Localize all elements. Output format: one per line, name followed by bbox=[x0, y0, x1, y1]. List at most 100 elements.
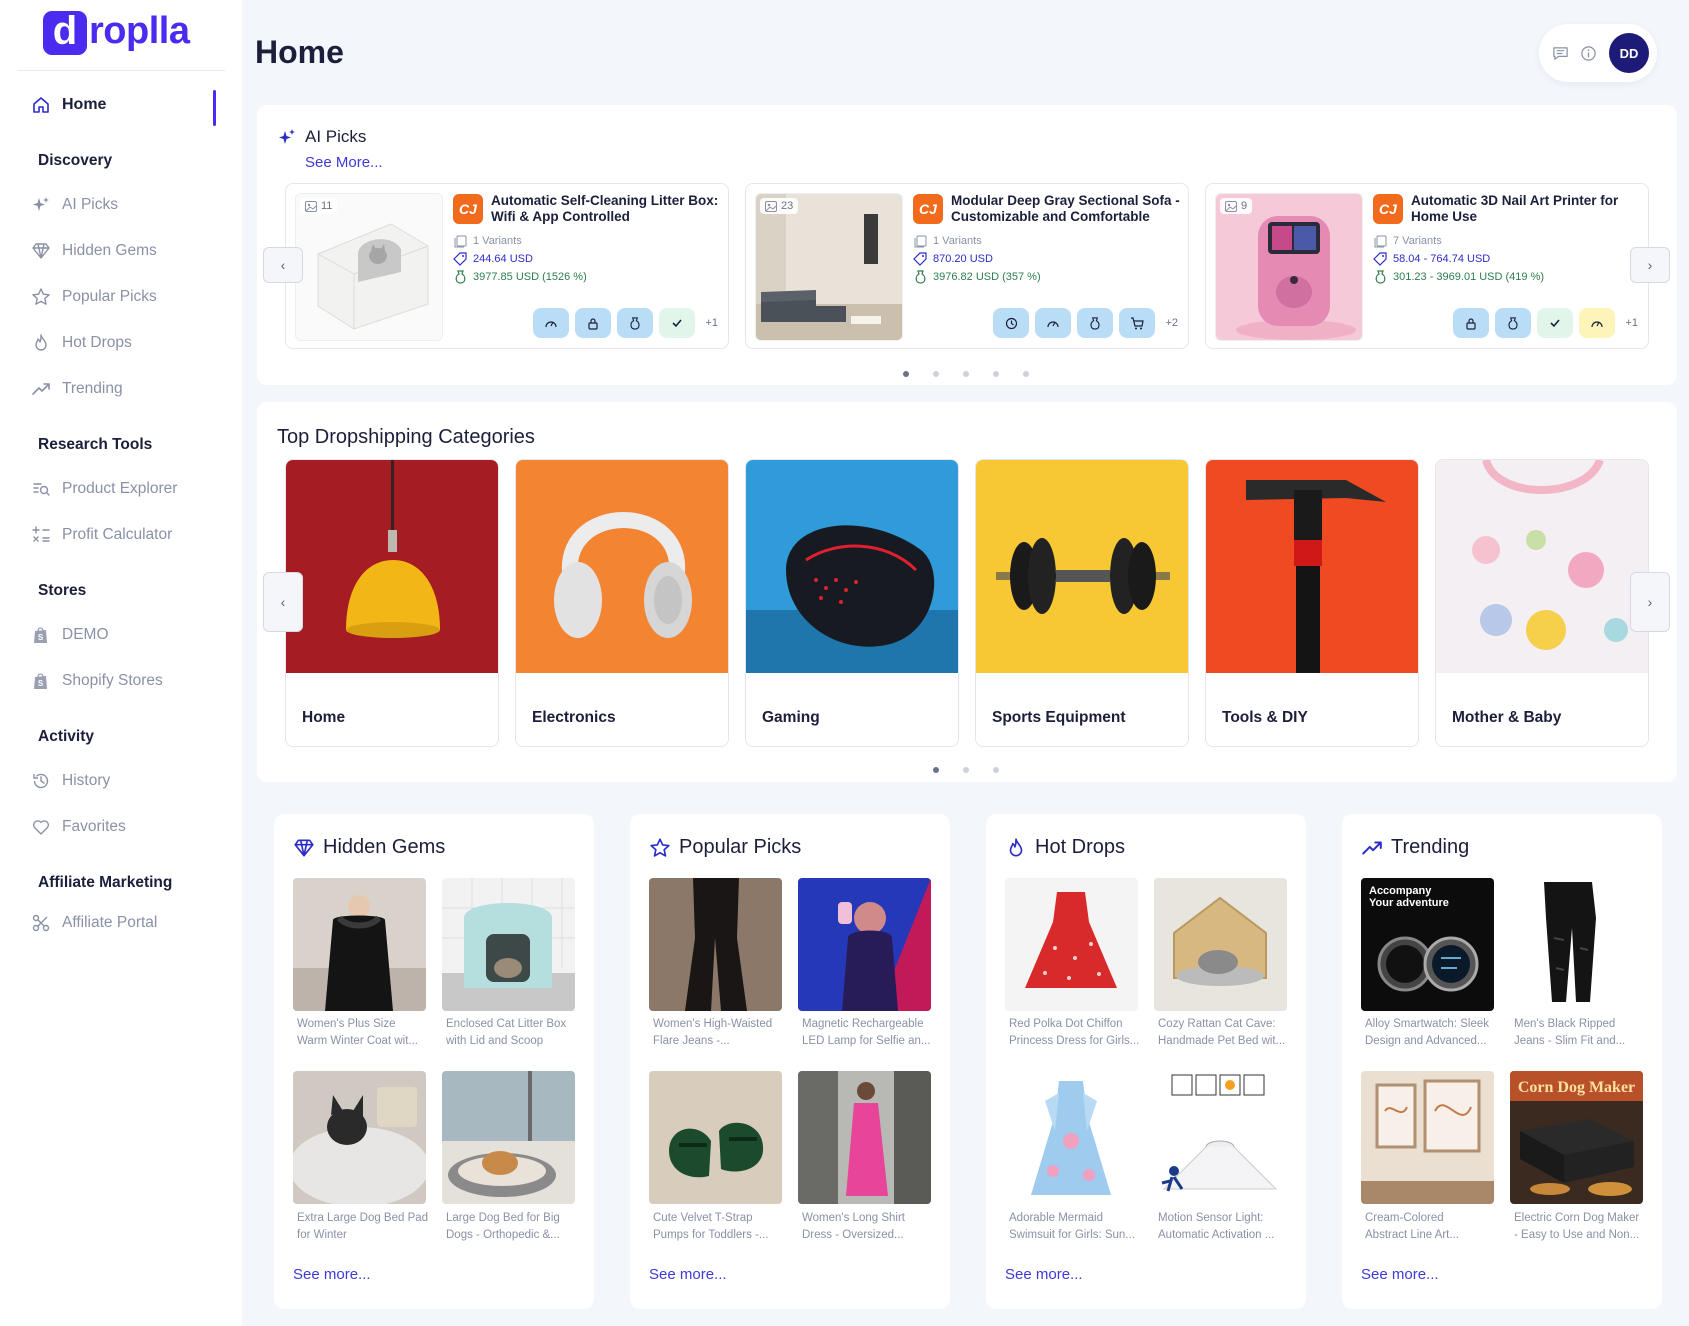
sidebar-item-trending[interactable]: Trending bbox=[30, 376, 123, 402]
carousel-dot[interactable] bbox=[933, 371, 939, 377]
cart-icon[interactable] bbox=[1119, 308, 1156, 338]
carousel-dot[interactable] bbox=[963, 371, 969, 377]
product-caption[interactable]: Women's High-Waisted Flare Jeans -... bbox=[653, 1016, 786, 1050]
carousel-prev-button[interactable]: ‹ bbox=[263, 572, 303, 632]
sidebar-item-ai-picks[interactable]: AI Picks bbox=[30, 192, 118, 218]
product-caption[interactable]: Cute Velvet T-Strap Pumps for Toddlers -.… bbox=[653, 1210, 786, 1244]
sidebar-item-home[interactable]: Home bbox=[30, 92, 106, 118]
carousel-prev-button[interactable]: ‹ bbox=[263, 247, 303, 283]
product-caption[interactable]: Alloy Smartwatch: Sleek Design and Advanc… bbox=[1365, 1016, 1498, 1050]
carousel-dot[interactable] bbox=[993, 767, 999, 773]
chat-icon[interactable] bbox=[1551, 44, 1569, 62]
more-tags-count[interactable]: +2 bbox=[1165, 317, 1178, 329]
gauge-icon[interactable] bbox=[1579, 308, 1616, 338]
product-title[interactable]: Automatic 3D Nail Art Printer for Home U… bbox=[1411, 193, 1643, 225]
product-thumbnail[interactable] bbox=[442, 1071, 575, 1204]
category-card-gaming[interactable]: Gaming bbox=[745, 459, 959, 747]
product-card[interactable]: 11 CJ Automatic Self-Cleaning Litter Box… bbox=[285, 183, 729, 349]
product-thumbnail[interactable] bbox=[1510, 878, 1643, 1011]
product-thumbnail[interactable] bbox=[798, 878, 931, 1011]
carousel-dot[interactable] bbox=[933, 767, 939, 773]
product-caption[interactable]: Women's Long Shirt Dress - Oversized... bbox=[802, 1210, 935, 1244]
sidebar-item-hidden-gems[interactable]: Hidden Gems bbox=[30, 238, 157, 264]
sidebar-item-label: Product Explorer bbox=[62, 480, 178, 497]
user-avatar[interactable]: DD bbox=[1609, 33, 1649, 73]
category-card-sports-equipment[interactable]: Sports Equipment bbox=[975, 459, 1189, 747]
product-thumbnail[interactable] bbox=[649, 878, 782, 1011]
product-title[interactable]: Automatic Self-Cleaning Litter Box: Wifi… bbox=[491, 193, 723, 225]
product-thumbnail[interactable] bbox=[1005, 878, 1138, 1011]
product-thumbnail[interactable] bbox=[798, 1071, 931, 1204]
product-thumbnail[interactable] bbox=[649, 1071, 782, 1204]
product-caption[interactable]: Electric Corn Dog Maker - Easy to Use and… bbox=[1514, 1210, 1647, 1244]
carousel-dot[interactable] bbox=[1023, 371, 1029, 377]
more-tags-count[interactable]: +1 bbox=[705, 317, 718, 329]
more-tags-count[interactable]: +1 bbox=[1625, 317, 1638, 329]
search-list-icon bbox=[30, 478, 52, 500]
lock-icon[interactable] bbox=[575, 308, 612, 338]
product-caption[interactable]: Red Polka Dot Chiffon Princess Dress for … bbox=[1009, 1016, 1142, 1050]
product-caption[interactable]: Adorable Mermaid Swimsuit for Girls: Sun.… bbox=[1009, 1210, 1142, 1244]
product-thumbnail[interactable] bbox=[1361, 1071, 1494, 1204]
see-more-link[interactable]: See more... bbox=[1361, 1266, 1439, 1283]
product-thumbnail[interactable]: Corn Dog Maker bbox=[1510, 1071, 1643, 1204]
carousel-dot[interactable] bbox=[963, 767, 969, 773]
clock-icon[interactable] bbox=[993, 308, 1030, 338]
carousel-next-button[interactable]: › bbox=[1630, 247, 1670, 283]
check-icon[interactable] bbox=[1537, 308, 1574, 338]
see-more-link[interactable]: See more... bbox=[293, 1266, 371, 1283]
product-thumbnail[interactable] bbox=[1005, 1071, 1138, 1204]
money-bag-icon[interactable] bbox=[617, 308, 654, 338]
gauge-icon[interactable] bbox=[1035, 308, 1072, 338]
product-caption[interactable]: Extra Large Dog Bed Pad for Winter bbox=[297, 1210, 430, 1244]
product-caption[interactable]: Enclosed Cat Litter Box with Lid and Scoo… bbox=[446, 1016, 579, 1050]
product-caption[interactable]: Women's Plus Size Warm Winter Coat wit... bbox=[297, 1016, 430, 1050]
product-title[interactable]: Modular Deep Gray Sectional Sofa - Custo… bbox=[951, 193, 1183, 225]
product-caption[interactable]: Large Dog Bed for Big Dogs - Orthopedic &… bbox=[446, 1210, 579, 1244]
sofa-image bbox=[756, 194, 902, 340]
product-image[interactable]: 9 bbox=[1215, 193, 1363, 341]
product-caption[interactable]: Magnetic Rechargeable LED Lamp for Selfie… bbox=[802, 1016, 935, 1050]
category-card-tools-diy[interactable]: Tools & DIY bbox=[1205, 459, 1419, 747]
carousel-dot[interactable] bbox=[903, 371, 909, 377]
category-card-electronics[interactable]: Electronics bbox=[515, 459, 729, 747]
sidebar-item-hot-drops[interactable]: Hot Drops bbox=[30, 330, 132, 356]
product-thumbnail[interactable] bbox=[293, 878, 426, 1011]
droplla-logo[interactable]: d roplla bbox=[43, 11, 190, 55]
see-more-link[interactable]: See more... bbox=[649, 1266, 727, 1283]
gauge-icon[interactable] bbox=[533, 308, 570, 338]
sidebar-item-history[interactable]: History bbox=[30, 768, 110, 794]
product-image[interactable]: 11 bbox=[295, 193, 443, 341]
money-bag-icon[interactable] bbox=[1495, 308, 1532, 338]
product-caption[interactable]: Motion Sensor Light: Automatic Activation… bbox=[1158, 1210, 1291, 1244]
product-caption[interactable]: Cozy Rattan Cat Cave: Handmade Pet Bed wi… bbox=[1158, 1016, 1291, 1050]
product-thumbnail[interactable] bbox=[1154, 1071, 1287, 1204]
category-card-mother-baby[interactable]: Mother & Baby bbox=[1435, 459, 1649, 747]
product-thumbnail[interactable] bbox=[293, 1071, 426, 1204]
sidebar-item-popular-picks[interactable]: Popular Picks bbox=[30, 284, 157, 310]
product-card[interactable]: 9 CJ Automatic 3D Nail Art Printer for H… bbox=[1205, 183, 1649, 349]
product-thumbnail[interactable] bbox=[442, 878, 575, 1011]
chevron-right-icon: › bbox=[1647, 257, 1653, 273]
category-card-home[interactable]: Home bbox=[285, 459, 499, 747]
see-more-link[interactable]: See more... bbox=[1005, 1266, 1083, 1283]
product-thumbnail[interactable] bbox=[1154, 878, 1287, 1011]
sidebar-item-profit-calculator[interactable]: Profit Calculator bbox=[30, 522, 172, 548]
product-thumbnail[interactable]: Accompany Your adventure bbox=[1361, 878, 1494, 1011]
sidebar-item-demo[interactable]: S DEMO bbox=[30, 622, 109, 648]
product-card[interactable]: 23 CJ Modular Deep Gray Sectional Sofa -… bbox=[745, 183, 1189, 349]
product-image[interactable]: 23 bbox=[755, 193, 903, 341]
money-bag-icon[interactable] bbox=[1077, 308, 1114, 338]
product-caption[interactable]: Cream-Colored Abstract Line Art... bbox=[1365, 1210, 1498, 1244]
carousel-dot[interactable] bbox=[993, 371, 999, 377]
sidebar-item-favorites[interactable]: Favorites bbox=[30, 814, 126, 840]
sidebar-item-product-explorer[interactable]: Product Explorer bbox=[30, 476, 177, 502]
lock-icon[interactable] bbox=[1453, 308, 1490, 338]
check-icon[interactable] bbox=[659, 308, 696, 338]
info-icon[interactable] bbox=[1579, 44, 1597, 62]
carousel-next-button[interactable]: › bbox=[1630, 572, 1670, 632]
sidebar-item-affiliate-portal[interactable]: Affiliate Portal bbox=[30, 910, 157, 936]
sidebar-item-shopify-stores[interactable]: S Shopify Stores bbox=[30, 668, 163, 694]
see-more-link[interactable]: See More... bbox=[305, 154, 383, 171]
product-caption[interactable]: Men's Black Ripped Jeans - Slim Fit and..… bbox=[1514, 1016, 1647, 1050]
